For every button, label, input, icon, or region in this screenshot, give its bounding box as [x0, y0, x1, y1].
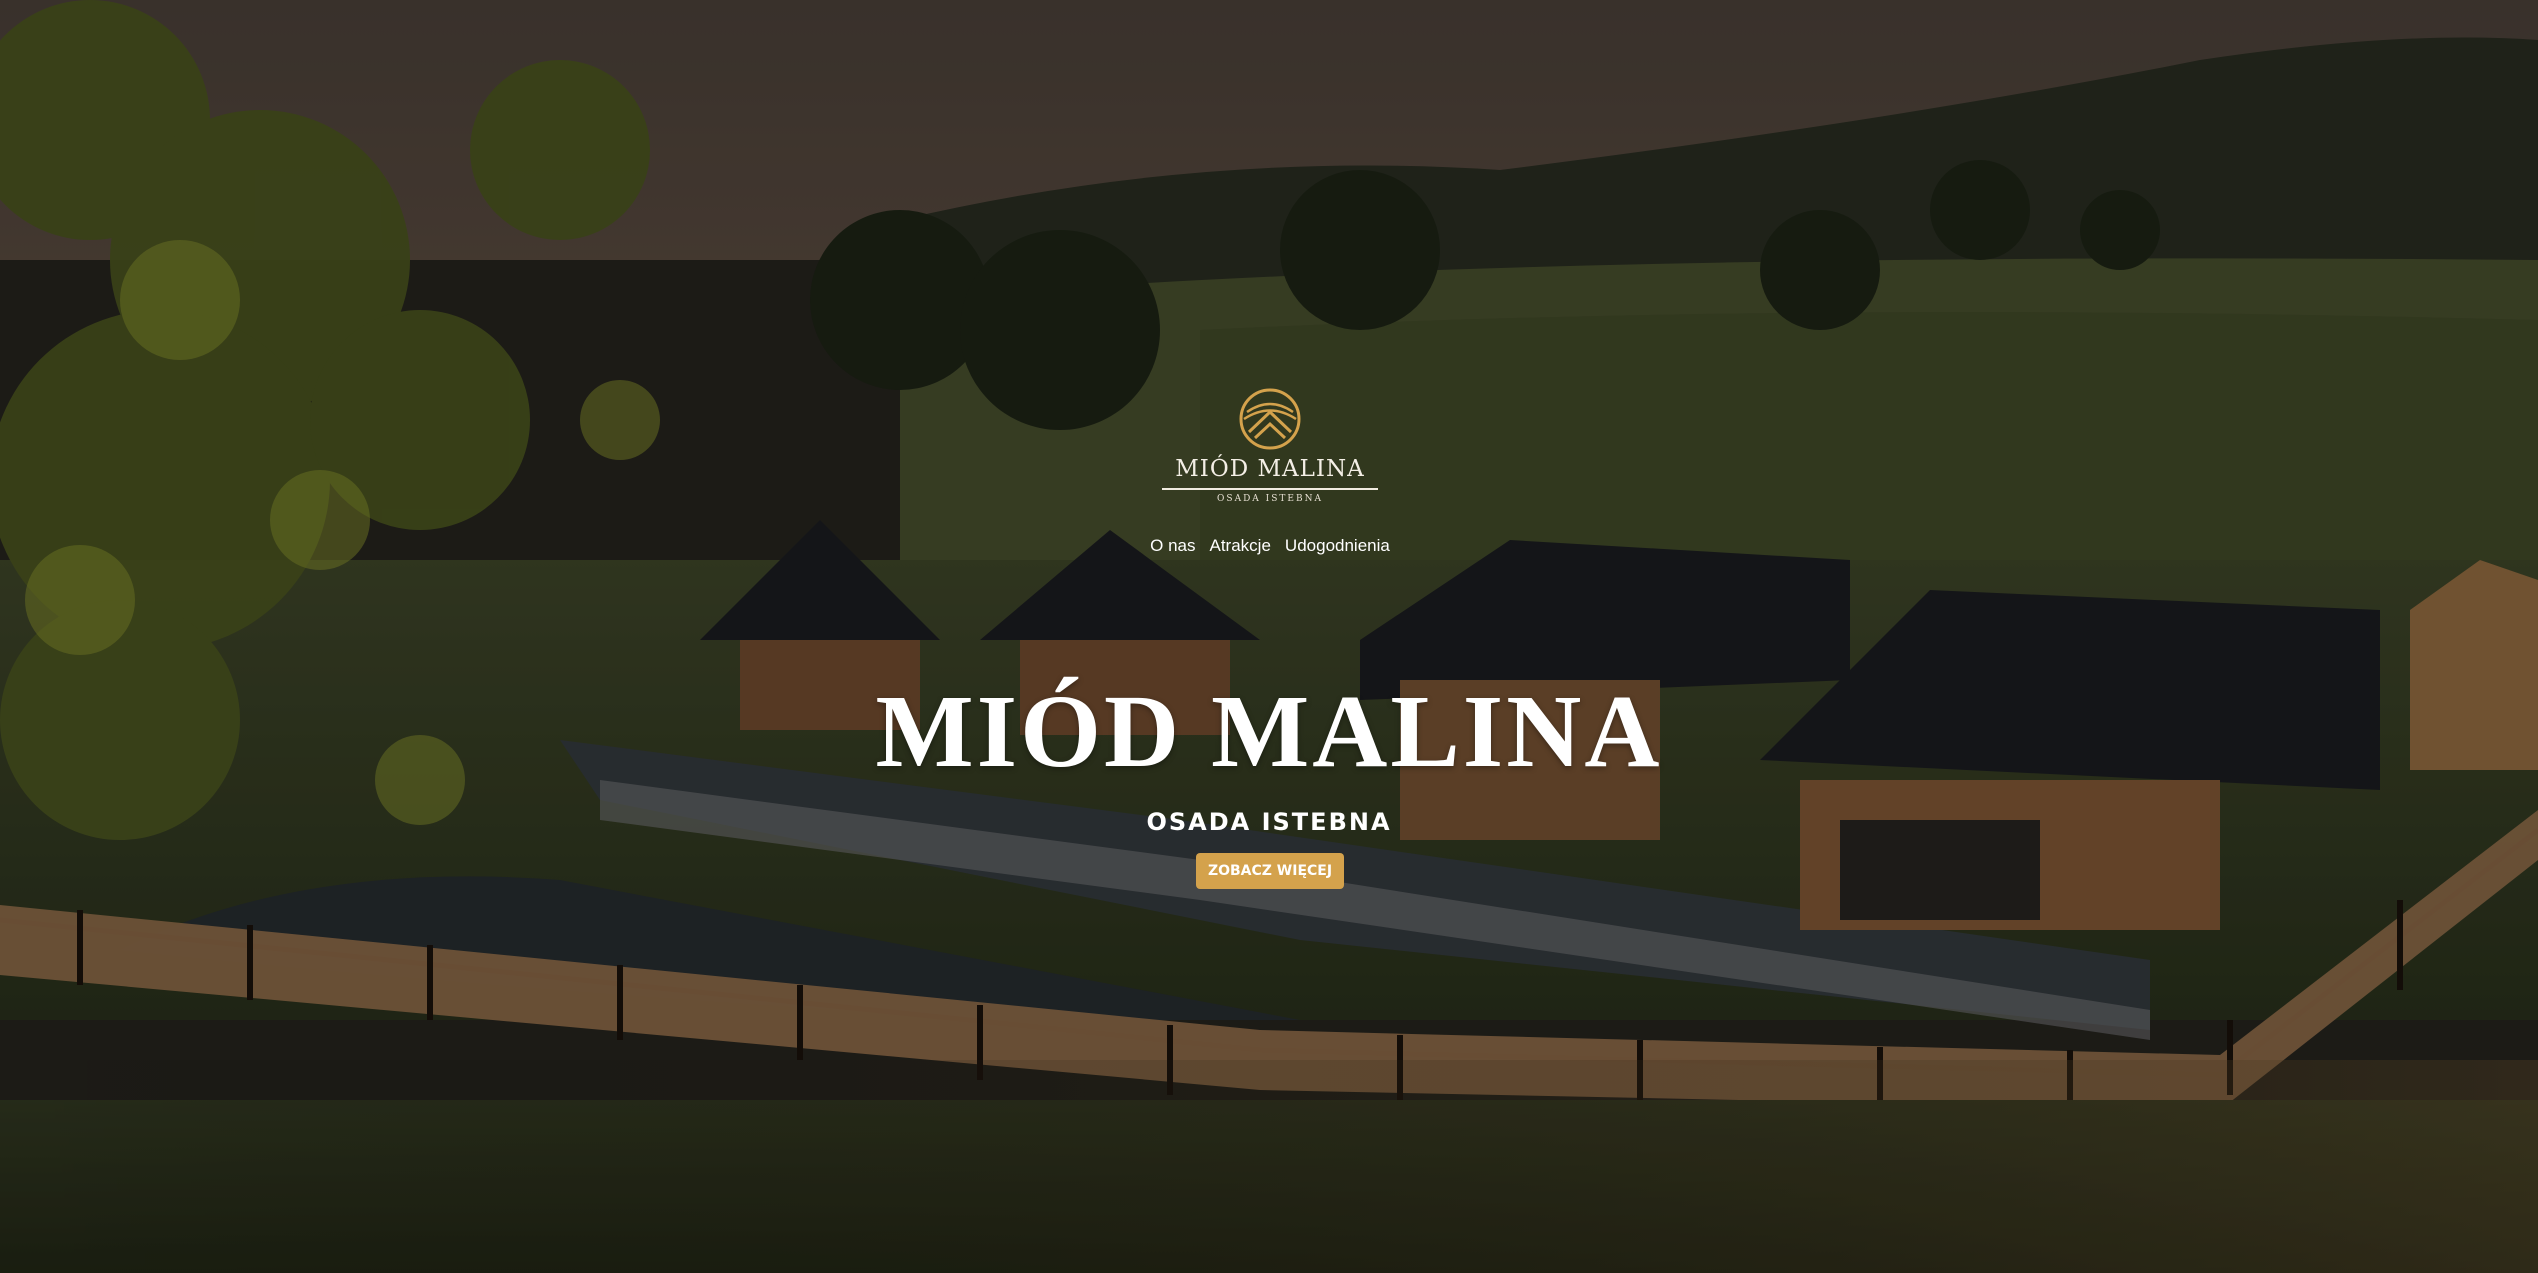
nav-item-udogodnienia[interactable]: Udogodnienia [1285, 536, 1390, 556]
mountain-emblem-icon [1239, 388, 1301, 450]
hero-title: MIÓD MALINA [875, 674, 1663, 789]
brand-name: MIÓD MALINA [1175, 456, 1365, 482]
nav-item-atrakcje[interactable]: Atrakcje [1210, 536, 1271, 556]
brand-divider [1162, 488, 1378, 490]
hero-section: MIÓD MALINA OSADA ISTEBNA O nas Atrakcje… [0, 0, 2538, 1273]
hero-overlay [0, 0, 2538, 1273]
see-more-button[interactable]: ZOBACZ WIĘCEJ [1196, 853, 1344, 889]
brand-logo[interactable]: MIÓD MALINA OSADA ISTEBNA [1160, 388, 1380, 504]
main-nav: O nas Atrakcje Udogodnienia [1150, 536, 1390, 556]
nav-item-o-nas[interactable]: O nas [1150, 536, 1195, 556]
hero-subtitle: OSADA ISTEBNA [1146, 808, 1392, 836]
brand-tagline: OSADA ISTEBNA [1217, 494, 1323, 504]
